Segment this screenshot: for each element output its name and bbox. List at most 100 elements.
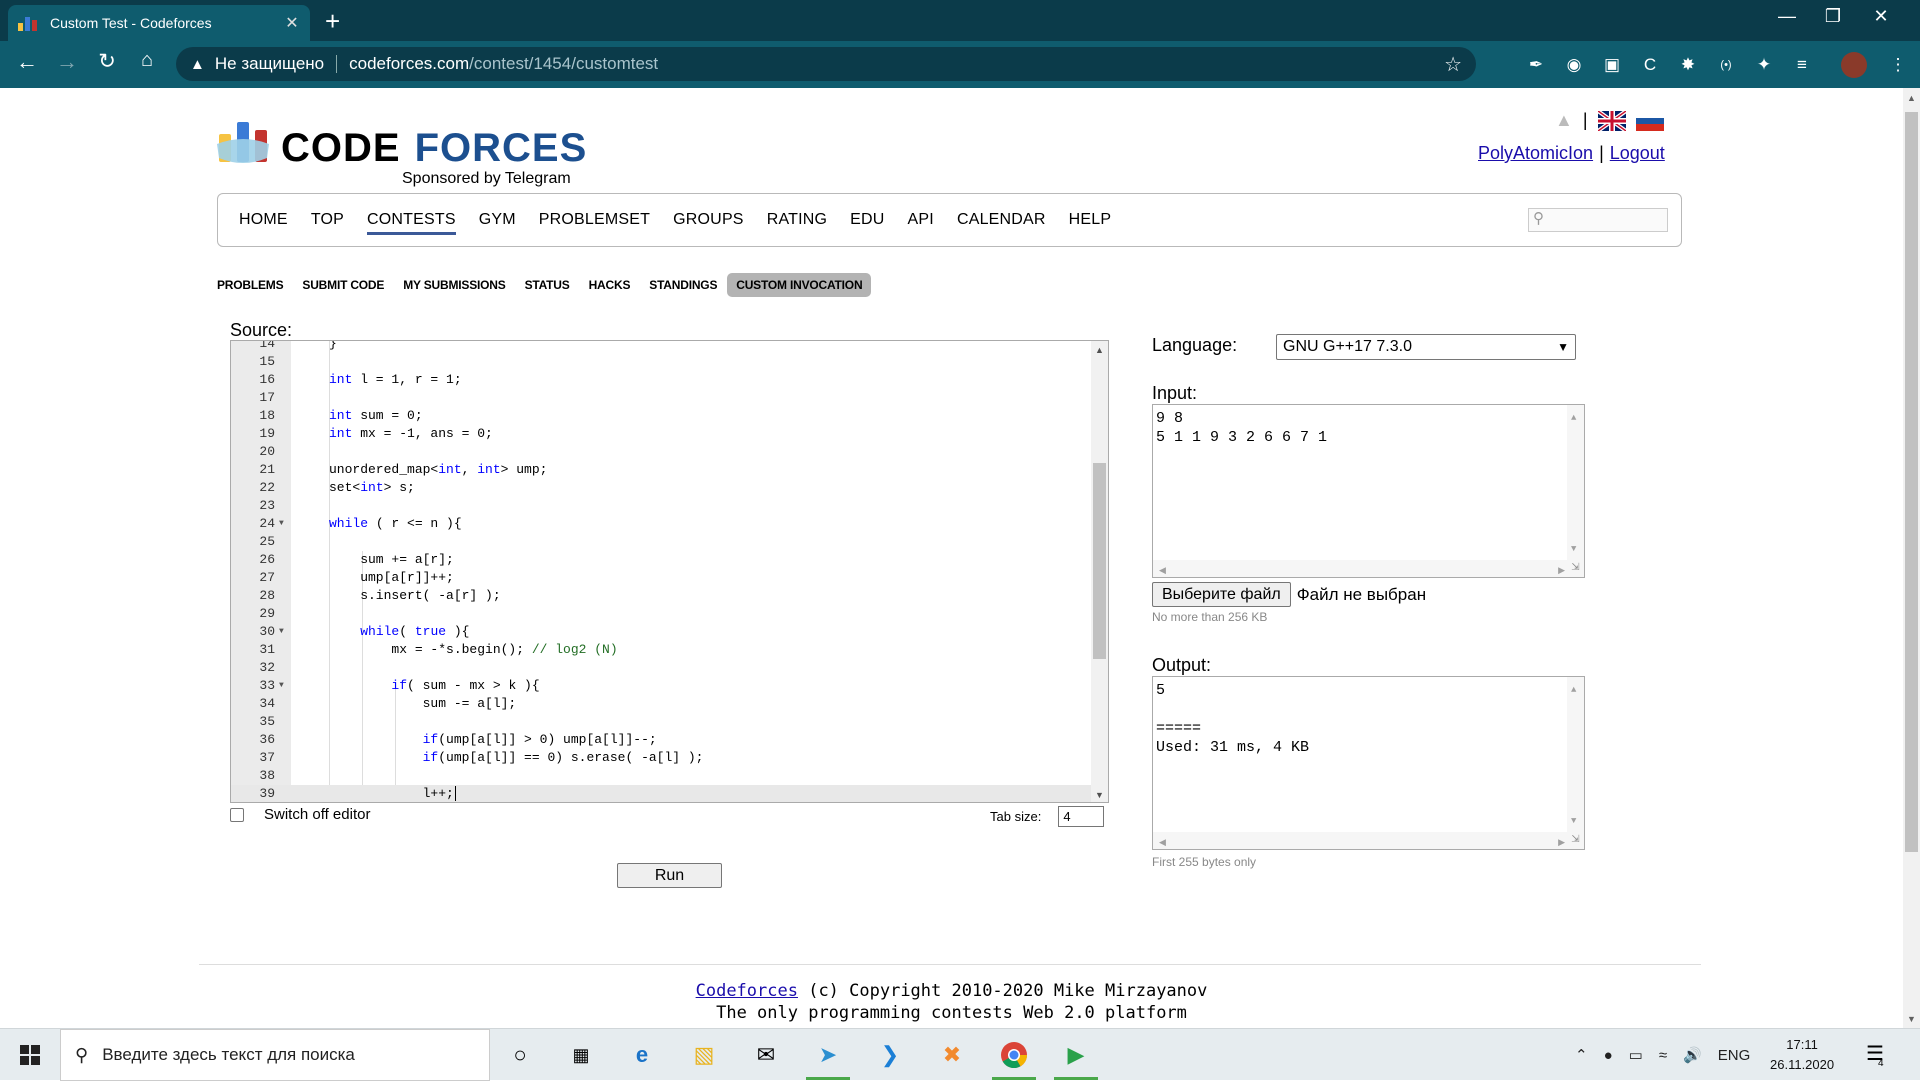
scroll-right-icon[interactable]: ▶: [1558, 562, 1565, 581]
output-vscrollbar[interactable]: ▲ ▼: [1567, 677, 1584, 833]
scroll-up-icon[interactable]: ▲: [1571, 409, 1576, 428]
profile-avatar[interactable]: [1841, 52, 1867, 78]
input-language[interactable]: ENG: [1718, 1047, 1751, 1064]
microphone-icon[interactable]: ●: [1604, 1047, 1613, 1064]
code-lines[interactable]: 14} 15 16 int l = 1, r = 1; 17 18 int sum = 0;…: [231, 341, 1091, 802]
scroll-left-icon[interactable]: ◀: [1159, 562, 1166, 581]
search-input[interactable]: ⚲: [1528, 208, 1668, 232]
code-line[interactable]: 37 if(ump[a[l]] == 0) s.erase( -a[l] );: [231, 749, 1091, 767]
resize-grip-icon[interactable]: ⇲: [1567, 560, 1584, 577]
scroll-down-icon[interactable]: ▼: [1907, 1014, 1916, 1024]
mail-icon[interactable]: ✉: [748, 1037, 784, 1073]
logout-link[interactable]: Logout: [1610, 143, 1665, 163]
main-menu-item-home[interactable]: HOME: [239, 211, 288, 235]
main-menu-item-rating[interactable]: RATING: [767, 211, 827, 235]
task-view-icon[interactable]: ▦: [563, 1037, 599, 1073]
submenu-item-standings[interactable]: STANDINGS: [649, 274, 717, 296]
code-line[interactable]: 18 int sum = 0;: [231, 407, 1091, 425]
main-menu-item-gym[interactable]: GYM: [479, 211, 516, 235]
bookmark-star-icon[interactable]: ☆: [1444, 52, 1462, 77]
security-label[interactable]: Не защищено: [215, 54, 324, 74]
tab-size-input[interactable]: 4: [1058, 806, 1105, 827]
code-line[interactable]: 35: [231, 713, 1091, 731]
input-vscrollbar[interactable]: ▲ ▼: [1567, 405, 1584, 561]
vscode-icon[interactable]: ❯: [872, 1037, 908, 1073]
code-line[interactable]: 32: [231, 659, 1091, 677]
taskbar-search-input[interactable]: ⚲ Введите здесь текст для поиска: [60, 1029, 490, 1081]
scroll-down-icon[interactable]: ▼: [1571, 540, 1576, 559]
cortana-icon[interactable]: ○: [502, 1037, 538, 1073]
code-editor[interactable]: 14} 15 16 int l = 1, r = 1; 17 18 int sum = 0;…: [230, 340, 1109, 803]
scroll-left-icon[interactable]: ◀: [1159, 834, 1166, 853]
code-line[interactable]: 38: [231, 767, 1091, 785]
tab-close-icon[interactable]: ✕: [284, 13, 300, 33]
code-line[interactable]: 14}: [231, 341, 1091, 353]
extension-c-icon[interactable]: C: [1639, 54, 1661, 76]
main-menu-item-top[interactable]: TOP: [311, 211, 344, 235]
english-flag-icon[interactable]: [1597, 110, 1626, 131]
code-line[interactable]: 19 int mx = -1, ans = 0;: [231, 425, 1091, 443]
fold-arrow-icon[interactable]: ▼: [279, 677, 284, 695]
submenu-item-problems[interactable]: PROBLEMS: [217, 274, 284, 296]
codeforces-logo[interactable]: CODE FORCES Sponsored by Telegram: [217, 118, 587, 187]
telegram-icon[interactable]: ➤: [810, 1037, 846, 1073]
code-line[interactable]: 31 mx = -*s.begin(); // log2 (N): [231, 641, 1091, 659]
code-line[interactable]: 15: [231, 353, 1091, 371]
browser-tab[interactable]: Custom Test - Codeforces ✕: [8, 5, 310, 41]
code-line[interactable]: 28 s.insert( -a[r] );: [231, 587, 1091, 605]
extensions-puzzle-icon[interactable]: ✦: [1753, 54, 1775, 76]
code-line[interactable]: 33 ▼ if( sum - mx > k ){: [231, 677, 1091, 695]
wifi-icon[interactable]: ≈: [1659, 1047, 1667, 1064]
extension-timer-icon[interactable]: ▣: [1601, 54, 1623, 76]
scroll-right-icon[interactable]: ▶: [1558, 834, 1565, 853]
bell-icon[interactable]: ▲: [1555, 110, 1573, 131]
submenu-item-submit-code[interactable]: SUBMIT CODE: [302, 274, 384, 296]
submenu-item-status[interactable]: STATUS: [525, 274, 570, 296]
code-line[interactable]: 30 ▼ while( true ){: [231, 623, 1091, 641]
file-explorer-icon[interactable]: ▧: [686, 1037, 722, 1073]
window-close-icon[interactable]: ✕: [1866, 6, 1896, 27]
scroll-up-icon[interactable]: ▲: [1095, 345, 1104, 355]
reading-list-icon[interactable]: ≡: [1791, 54, 1813, 76]
output-textarea[interactable]: 5 ===== Used: 31 ms, 4 KB ▲ ▼ ◀ ▶ ⇲: [1152, 676, 1585, 850]
code-line[interactable]: 26 sum += a[r];: [231, 551, 1091, 569]
submenu-item-my-submissions[interactable]: MY SUBMISSIONS: [403, 274, 506, 296]
forward-icon[interactable]: →: [52, 49, 82, 75]
fold-arrow-icon[interactable]: ▼: [279, 623, 284, 641]
notifications-icon[interactable]: ☰4: [1866, 1041, 1890, 1069]
code-line[interactable]: 39 l++;: [231, 785, 1091, 802]
scroll-down-icon[interactable]: ▼: [1095, 790, 1104, 800]
language-select[interactable]: GNU G++17 7.3.0 ▼: [1276, 334, 1576, 360]
edge-icon[interactable]: e: [624, 1037, 660, 1073]
code-line[interactable]: 34 sum -= a[l];: [231, 695, 1091, 713]
extension-circle-icon[interactable]: ◉: [1563, 54, 1585, 76]
reload-icon[interactable]: ↻: [92, 49, 122, 74]
scroll-up-icon[interactable]: ▲: [1571, 681, 1576, 700]
warning-icon[interactable]: ▲: [190, 56, 205, 73]
code-line[interactable]: 21 unordered_map<int, int> ump;: [231, 461, 1091, 479]
page-scroll-thumb[interactable]: [1905, 112, 1918, 852]
run-button[interactable]: Run: [617, 863, 722, 888]
main-menu-item-contests[interactable]: CONTESTS: [367, 211, 456, 235]
scroll-down-icon[interactable]: ▼: [1571, 812, 1576, 831]
main-menu-item-help[interactable]: HELP: [1069, 211, 1112, 235]
main-menu-item-edu[interactable]: EDU: [850, 211, 884, 235]
code-line[interactable]: 25: [231, 533, 1091, 551]
submenu-item-custom-invocation[interactable]: CUSTOM INVOCATION: [727, 273, 872, 297]
footer-codeforces-link[interactable]: Codeforces: [696, 981, 798, 1001]
volume-icon[interactable]: 🔊: [1683, 1046, 1702, 1064]
editor-scroll-thumb[interactable]: [1093, 463, 1106, 659]
code-line[interactable]: 24 ▼ while ( r <= n ){: [231, 515, 1091, 533]
main-menu-item-api[interactable]: API: [908, 211, 934, 235]
new-tab-button[interactable]: +: [325, 6, 340, 36]
code-line[interactable]: 36 if(ump[a[l]] > 0) ump[a[l]]--;: [231, 731, 1091, 749]
submenu-item-hacks[interactable]: HACKS: [589, 274, 631, 296]
home-icon[interactable]: ⌂: [132, 49, 162, 72]
resize-grip-icon[interactable]: ⇲: [1567, 832, 1584, 849]
scroll-up-icon[interactable]: ▲: [1907, 93, 1916, 103]
choose-file-button[interactable]: Выберите файл: [1152, 582, 1291, 607]
code-line[interactable]: 16 int l = 1, r = 1;: [231, 371, 1091, 389]
tray-overflow-icon[interactable]: ⌃: [1575, 1046, 1588, 1064]
restore-icon[interactable]: ❐: [1818, 6, 1848, 27]
code-line[interactable]: 29: [231, 605, 1091, 623]
